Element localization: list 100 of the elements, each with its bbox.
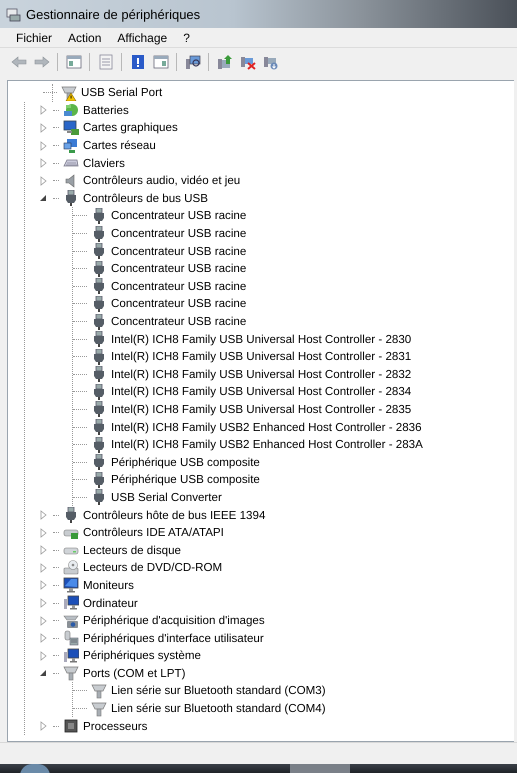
device-label[interactable]: Intel(R) ICH8 Family USB Universal Host Controller - 2835 — [111, 402, 412, 416]
collapsed-triangle-icon — [39, 105, 48, 116]
device-label[interactable]: Intel(R) ICH8 Family USB2 Enhanced Host Controller - 283A — [111, 438, 423, 452]
processor-icon — [63, 718, 79, 734]
device-label[interactable]: Lien série sur Bluetooth standard (COM4) — [111, 702, 326, 716]
app-icon — [6, 6, 22, 22]
category-label[interactable]: Cartes réseau — [83, 139, 156, 152]
device-label[interactable]: Concentrateur USB racine — [111, 262, 246, 276]
menu-item[interactable]: Fichier — [8, 30, 60, 44]
collapsed-triangle-icon — [39, 528, 48, 538]
category-label[interactable]: Lecteurs de disque — [83, 544, 181, 557]
category-label[interactable]: Moniteurs — [83, 578, 134, 592]
scan-hardware-icon — [184, 54, 200, 70]
collapsed-triangle-icon — [39, 616, 48, 626]
network-icon — [63, 138, 79, 154]
back-icon — [10, 54, 26, 70]
usb-plug-icon — [91, 348, 107, 365]
usb-plug-icon — [91, 401, 107, 418]
help-icon — [130, 54, 146, 70]
computer-icon — [63, 595, 79, 612]
category-label[interactable]: Cartes graphiques — [83, 121, 178, 134]
device-label[interactable]: Intel(R) ICH8 Family USB Universal Host Controller - 2831 — [111, 350, 412, 364]
usb-plug-icon — [91, 472, 107, 488]
serial-port-icon — [63, 665, 79, 682]
collapsed-triangle-icon — [39, 580, 48, 590]
collapsed-triangle-icon — [39, 140, 48, 151]
category-label[interactable]: Contrôleurs audio, vidéo et jeu — [83, 174, 240, 188]
expanded-triangle-icon — [39, 193, 48, 204]
category-label[interactable]: Périphériques système — [83, 649, 201, 662]
collapsed-triangle-icon — [39, 122, 48, 133]
monitor-icon — [63, 577, 79, 594]
device-label[interactable]: Concentrateur USB racine — [111, 244, 246, 258]
usb-plug-icon — [91, 314, 107, 330]
collapsed-triangle-icon — [39, 598, 48, 608]
device-label[interactable]: Concentrateur USB racine — [111, 315, 246, 328]
category-label[interactable]: Ordinateur — [83, 596, 138, 610]
category-label[interactable]: Ports (COM et LPT) — [83, 666, 186, 680]
device-label[interactable]: Intel(R) ICH8 Family USB Universal Host Controller - 2834 — [111, 385, 412, 398]
device-label[interactable]: Périphérique USB composite — [111, 473, 260, 486]
serial-port-icon — [91, 682, 107, 699]
usb-plug-icon — [63, 507, 79, 524]
collapsed-triangle-icon — [39, 158, 48, 168]
collapsed-triangle-icon — [39, 650, 48, 661]
uninstall-icon — [240, 54, 256, 70]
category-label[interactable]: Batteries — [83, 104, 129, 117]
usb-plug-icon — [91, 331, 107, 348]
device-label[interactable]: USB Serial Converter — [111, 490, 222, 504]
usb-plug-icon — [91, 296, 107, 312]
usb-plug-icon — [91, 243, 107, 260]
collapsed-triangle-icon — [39, 721, 48, 732]
usb-plug-icon — [91, 208, 107, 224]
menu-item[interactable]: ? — [175, 30, 198, 44]
category-label[interactable]: Périphériques d'interface utilisateur — [83, 632, 264, 645]
serial-port-icon — [91, 700, 107, 717]
computer-icon — [63, 648, 79, 664]
device-label[interactable]: Intel(R) ICH8 Family USB Universal Host Controller - 2830 — [111, 332, 412, 346]
category-label[interactable]: Contrôleurs hôte de bus IEEE 1394 — [83, 508, 266, 522]
device-label[interactable]: Lien série sur Bluetooth standard (COM3) — [111, 684, 326, 698]
device-label[interactable]: USB Serial Port — [81, 86, 162, 100]
device-label[interactable]: Concentrateur USB racine — [111, 297, 246, 310]
menu-item[interactable]: Affichage — [109, 30, 176, 44]
start-orb[interactable] — [20, 764, 50, 773]
window-title: Gestionnaire de périphériques — [26, 6, 200, 22]
menu-item[interactable]: Action — [60, 30, 110, 44]
console-tree-icon — [66, 54, 82, 70]
collapsed-triangle-icon — [39, 633, 48, 644]
usb-plug-icon — [91, 419, 107, 436]
input-device-icon — [63, 630, 79, 646]
collapsed-triangle-icon — [39, 545, 48, 556]
device-label[interactable]: Périphérique USB composite — [111, 456, 260, 469]
category-label[interactable]: Lecteurs de DVD/CD-ROM — [83, 561, 222, 574]
usb-plug-icon — [91, 278, 107, 294]
display-card-icon — [63, 120, 79, 136]
device-label[interactable]: Concentrateur USB racine — [111, 280, 246, 293]
collapsed-triangle-icon — [39, 510, 48, 520]
battery-icon — [63, 102, 79, 118]
collapsed-triangle-icon — [39, 176, 48, 186]
category-label[interactable]: Périphérique d'acquisition d'images — [83, 614, 265, 628]
properties-icon — [98, 54, 114, 70]
collapsed-triangle-icon — [39, 562, 48, 573]
usb-plug-icon — [63, 190, 79, 206]
forward-icon — [34, 54, 50, 70]
usb-plug-icon — [91, 489, 107, 506]
category-label[interactable]: Contrôleurs IDE ATA/ATAPI — [83, 526, 224, 540]
action-pane-icon — [152, 54, 168, 70]
disable-icon — [262, 54, 278, 70]
usb-plug-icon — [91, 384, 107, 400]
device-label[interactable]: Concentrateur USB racine — [111, 227, 246, 240]
category-label[interactable]: Claviers — [83, 156, 125, 170]
usb-plug-icon — [91, 226, 107, 242]
usb-plug-icon — [91, 366, 107, 382]
update-driver-icon — [216, 54, 232, 70]
category-label[interactable]: Contrôleurs de bus USB — [83, 192, 208, 205]
device-label[interactable]: Intel(R) ICH8 Family USB Universal Host Controller - 2832 — [111, 368, 412, 381]
device-label[interactable]: Concentrateur USB racine — [111, 209, 246, 222]
expanded-triangle-icon — [39, 668, 48, 678]
usb-plug-icon — [91, 260, 107, 277]
device-label[interactable]: Intel(R) ICH8 Family USB2 Enhanced Host Controller - 2836 — [111, 420, 422, 434]
category-label[interactable]: Processeurs — [83, 720, 148, 733]
usb-plug-icon — [91, 454, 107, 470]
